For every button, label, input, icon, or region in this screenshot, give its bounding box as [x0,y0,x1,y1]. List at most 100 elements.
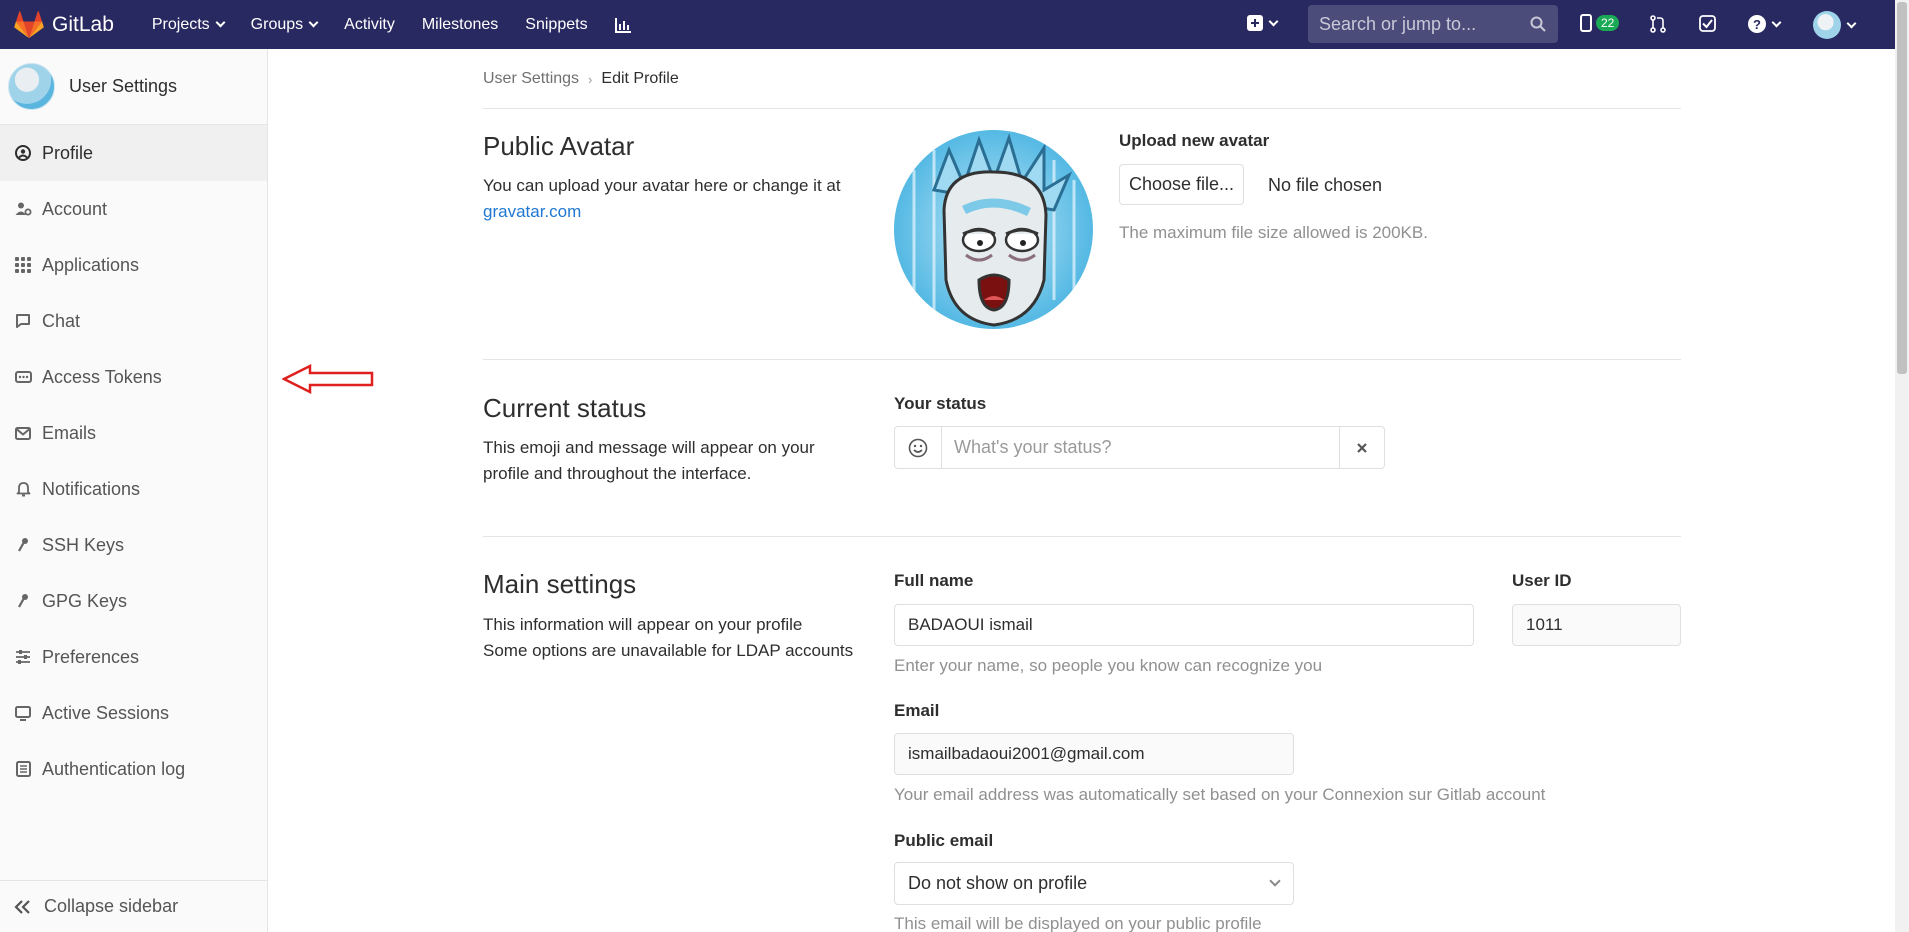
breadcrumb-parent[interactable]: User Settings [483,70,579,88]
no-file-chosen-text: No file chosen [1268,175,1383,195]
nav-snippets[interactable]: Snippets [525,16,587,34]
clear-status-button[interactable] [1339,427,1384,468]
sidebar-item-label: GPG Keys [42,590,128,611]
issues-count-badge: 22 [1596,15,1620,31]
new-item-dropdown[interactable] [1247,15,1279,31]
sidebar-item-ssh-keys[interactable]: SSH Keys [0,517,267,573]
double-chevron-left-icon [14,899,32,914]
sidebar-item-account[interactable]: Account [0,181,267,237]
main-settings-title: Main settings [483,569,637,599]
nav-groups-label: Groups [250,15,304,33]
plus-square-icon [1247,15,1263,31]
nav-milestones[interactable]: Milestones [422,16,498,34]
chevron-down-icon [215,17,226,28]
page-scrollbar[interactable] [1895,0,1909,932]
sidebar-item-preferences[interactable]: Preferences [0,629,267,685]
issues-link[interactable]: 22 [1580,14,1620,32]
divider [483,108,1681,109]
sliders-icon [14,650,32,664]
emoji-picker-button[interactable] [895,427,942,468]
merge-request-icon [1650,15,1666,33]
account-gear-icon [14,201,32,217]
search-input[interactable]: Search or jump to... [1308,5,1558,43]
sidebar-item-notifications[interactable]: Notifications [0,461,267,517]
status-section-title: Current status [483,393,647,423]
sidebar-item-label: Applications [42,254,140,275]
nav-groups[interactable]: Groups [250,15,319,34]
help-icon: ? [1748,15,1766,33]
sidebar-item-profile[interactable]: Profile [0,125,267,181]
main-settings-desc-line1: This information will appear on your pro… [483,615,803,634]
sidebar-item-emails[interactable]: Emails [0,405,267,461]
email-label: Email [894,701,940,720]
chat-icon [14,313,32,329]
help-dropdown[interactable]: ? [1748,15,1782,33]
sidebar-item-label: Chat [42,310,81,331]
public-email-hint: This email will be displayed on your pub… [894,914,1262,932]
email-hint: Your email address was automatically set… [894,785,1546,804]
gitlab-logo-icon [14,10,44,38]
divider [483,536,1681,537]
collapse-sidebar-button[interactable]: Collapse sidebar [0,880,267,932]
nav-projects[interactable]: Projects [151,15,226,34]
full-name-label: Full name [894,571,974,590]
sidebar-item-label: Profile [42,142,94,163]
sidebar-header[interactable]: User Settings [0,49,267,125]
sidebar-item-active-sessions[interactable]: Active Sessions [0,685,267,741]
gitlab-home-link[interactable]: GitLab [14,10,114,39]
sidebar-item-applications[interactable]: Applications [0,237,267,293]
public-email-select[interactable]: Do not show on profile [894,862,1294,905]
full-name-hint: Enter your name, so people you know can … [894,656,1323,675]
status-input-group: What's your status? [894,426,1385,469]
sidebar-item-access-tokens[interactable]: Access Tokens [0,349,267,405]
token-icon [14,371,32,383]
nav-projects-label: Projects [151,15,210,33]
profile-avatar-image [894,130,1093,329]
breadcrumb: User Settings › Edit Profile [483,70,679,88]
status-section-description: This emoji and message will appear on yo… [483,438,815,483]
full-name-field[interactable]: BADAOUI ismail [894,604,1474,646]
nav-activity-label: Activity [344,15,395,33]
envelope-icon [14,426,32,440]
sidebar-item-authentication-log[interactable]: Authentication log [0,741,267,797]
choose-file-button[interactable]: Choose file... [1119,164,1244,205]
sidebar-item-chat[interactable]: Chat [0,293,267,349]
profile-icon [14,145,32,161]
sidebar-item-label: Notifications [42,478,141,499]
smiley-icon [908,438,928,457]
sidebar-title: User Settings [69,76,178,96]
main-settings-description: This information will appear on your pro… [483,612,883,664]
sidebar-item-label: Authentication log [42,758,186,779]
user-id-field: 1011 [1512,604,1681,646]
sidebar-item-label: Account [42,198,108,219]
status-message-input[interactable]: What's your status? [942,427,1339,468]
user-id-label: User ID [1512,571,1572,590]
nav-milestones-label: Milestones [421,15,499,33]
chevron-down-icon [1269,875,1281,887]
gravatar-link[interactable]: gravatar.com [483,202,581,221]
scrollbar-thumb[interactable] [1897,2,1907,374]
user-avatar [1813,11,1841,39]
breadcrumb-current: Edit Profile [601,70,679,87]
merge-requests-link[interactable] [1650,15,1666,33]
search-icon [1530,16,1546,32]
email-field[interactable]: ismailbadaoui2001@gmail.com [894,733,1294,775]
sidebar-item-label: Preferences [42,646,140,667]
collapse-sidebar-label: Collapse sidebar [44,896,179,916]
sidebar-item-gpg-keys[interactable]: GPG Keys [0,573,267,629]
svg-text:?: ? [1753,17,1761,32]
nav-activity[interactable]: Activity [344,16,395,34]
sidebar-item-label: Emails [42,422,97,443]
bell-icon [14,481,32,497]
todos-link[interactable] [1699,15,1716,32]
public-email-label: Public email [894,831,994,850]
upload-avatar-label: Upload new avatar [1119,131,1270,150]
main-settings-desc-line2: Some options are unavailable for LDAP ac… [483,641,854,660]
your-status-label: Your status [894,394,987,413]
brand-name: GitLab [52,12,114,36]
settings-sidebar: User Settings Profile Account Applicatio… [0,49,268,932]
user-menu[interactable] [1813,11,1857,39]
red-arrow-annotation-icon [282,364,374,394]
nav-analytics[interactable] [614,17,632,33]
chevron-down-icon [308,17,319,28]
